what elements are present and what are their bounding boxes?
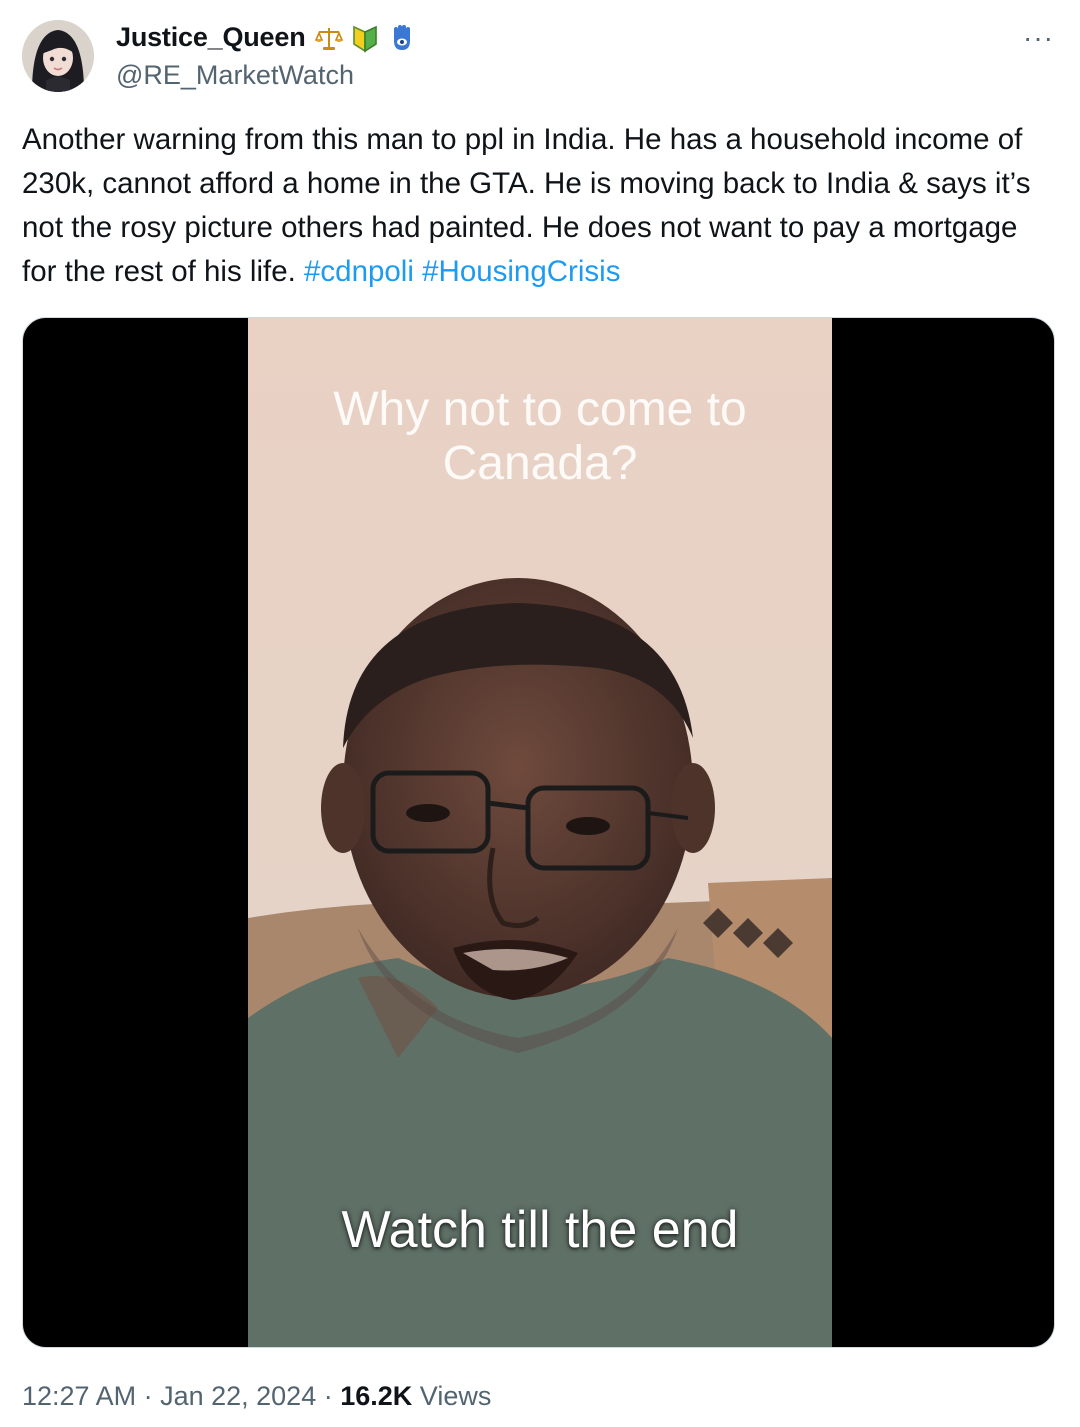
badge-group bbox=[314, 23, 416, 53]
video-player[interactable]: Why not to come to Canada? Watch till th… bbox=[22, 317, 1055, 1348]
author-name-row[interactable]: Justice_Queen bbox=[116, 22, 416, 53]
display-name[interactable]: Justice_Queen bbox=[116, 22, 306, 53]
scales-icon bbox=[314, 23, 344, 53]
avatar[interactable] bbox=[22, 20, 94, 92]
meta-separator: · bbox=[316, 1381, 341, 1411]
tweet: Justice_Queen @RE_MarketWatch ··· Anothe… bbox=[0, 0, 1080, 1427]
tweet-time[interactable]: 12:27 AM bbox=[22, 1381, 136, 1411]
video-frame: Why not to come to Canada? Watch till th… bbox=[248, 318, 832, 1347]
more-options-icon[interactable]: ··· bbox=[1023, 22, 1054, 54]
meta-separator: · bbox=[136, 1381, 161, 1411]
hashtag-link[interactable]: #cdnpoli bbox=[304, 255, 414, 288]
tweet-date[interactable]: Jan 22, 2024 bbox=[160, 1381, 316, 1411]
beginner-shield-icon bbox=[350, 23, 380, 53]
tweet-meta: 12:27 AM · Jan 22, 2024 · 16.2K Views bbox=[22, 1381, 491, 1412]
hashtag-link[interactable]: #HousingCrisis bbox=[422, 255, 620, 288]
tweet-text: Another warning from this man to ppl in … bbox=[22, 118, 1058, 294]
hamsa-icon bbox=[386, 23, 416, 53]
video-caption-top: Why not to come to Canada? bbox=[333, 383, 747, 490]
video-caption-bottom: Watch till the end bbox=[341, 1201, 739, 1259]
views-label: Views bbox=[419, 1381, 492, 1411]
author-handle[interactable]: @RE_MarketWatch bbox=[116, 60, 354, 91]
views-count[interactable]: 16.2K bbox=[340, 1381, 412, 1411]
